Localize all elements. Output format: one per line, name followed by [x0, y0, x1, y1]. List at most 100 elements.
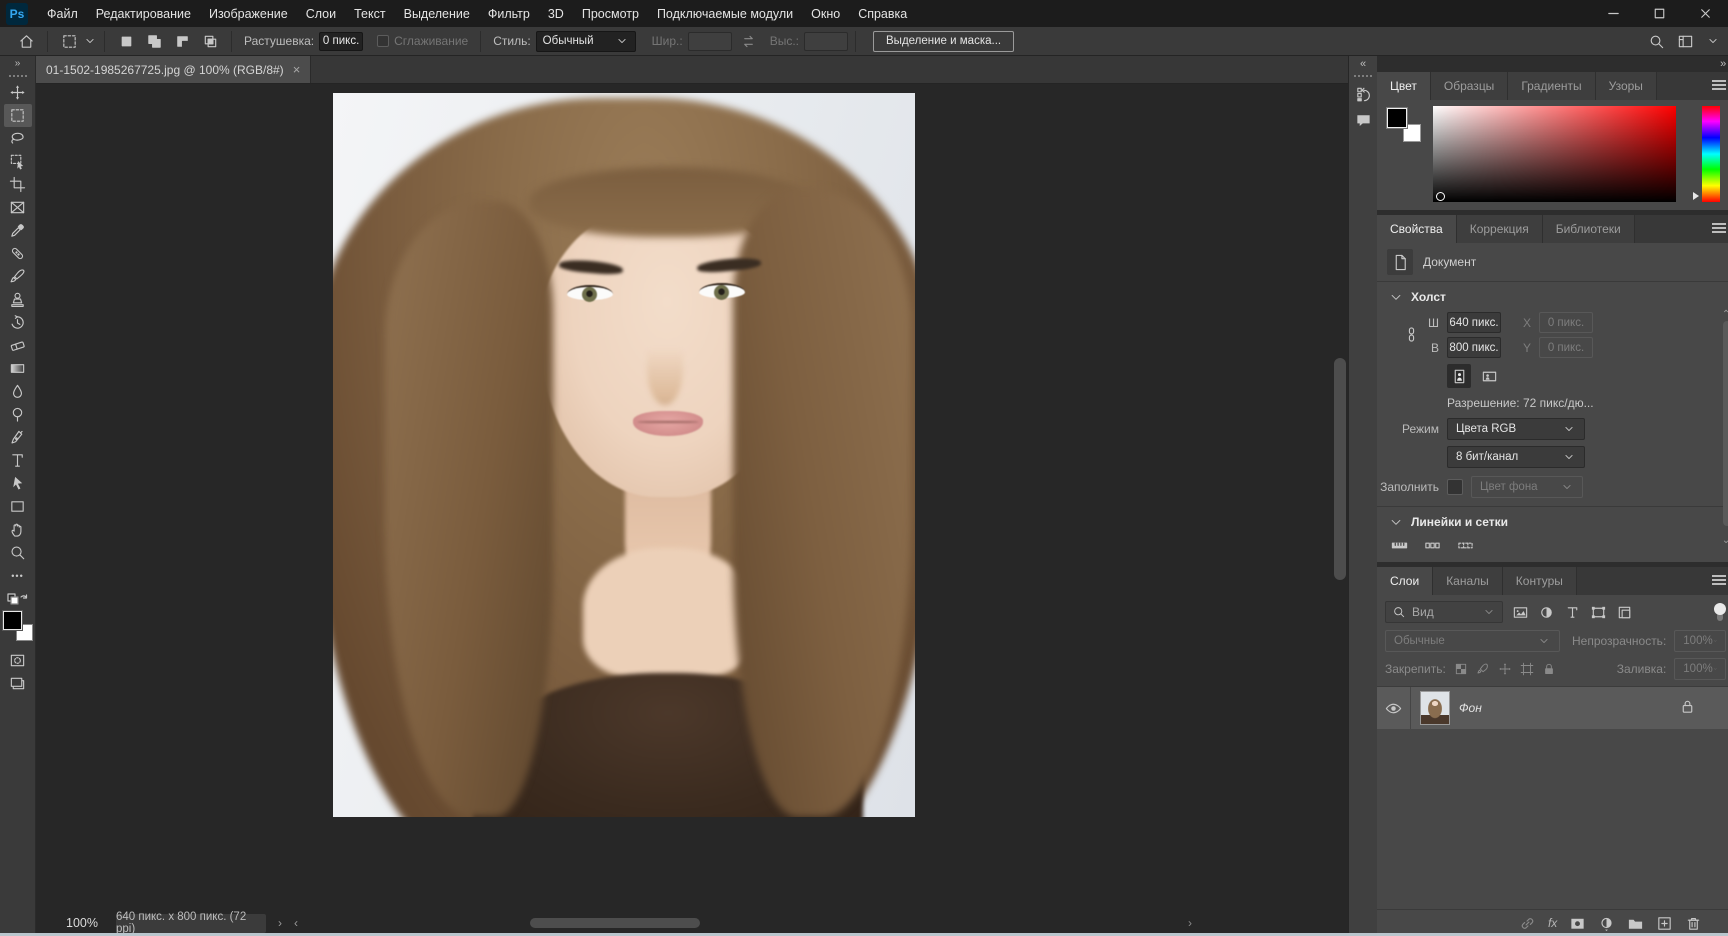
foreground-color-swatch[interactable]	[1387, 108, 1407, 128]
scroll-down-icon[interactable]: ⌄	[1722, 535, 1728, 546]
landscape-orientation-button[interactable]	[1477, 364, 1501, 388]
subtract-from-selection-mode[interactable]	[168, 30, 196, 53]
layer-filter-type-select[interactable]: Вид	[1385, 601, 1503, 623]
tab-layers[interactable]: Слои	[1377, 567, 1433, 595]
menu-filter[interactable]: Фильтр	[479, 0, 539, 27]
layer-thumbnail[interactable]	[1420, 691, 1450, 725]
rectangular-marquee-tool[interactable]	[4, 104, 32, 127]
lasso-tool[interactable]	[4, 127, 32, 150]
lock-pixels-icon[interactable]	[1476, 662, 1490, 676]
hue-slider[interactable]	[1702, 106, 1720, 202]
filter-shape-layers-icon[interactable]	[1590, 604, 1607, 621]
history-brush-tool[interactable]	[4, 311, 32, 334]
tab-patterns[interactable]: Узоры	[1596, 72, 1657, 100]
foreground-color-swatch[interactable]	[3, 611, 22, 630]
strip-grip[interactable]	[1354, 75, 1372, 77]
hscroll-right-arrow[interactable]: ›	[1188, 916, 1192, 930]
filter-smart-objects-icon[interactable]	[1616, 604, 1633, 621]
menu-window[interactable]: Окно	[802, 0, 849, 27]
menu-3d[interactable]: 3D	[539, 0, 573, 27]
status-popup-chevron[interactable]: ›	[278, 916, 282, 930]
collapse-panels-icon[interactable]: «	[1360, 58, 1366, 72]
move-tool[interactable]	[4, 81, 32, 104]
zoom-tool[interactable]	[4, 541, 32, 564]
pen-tool[interactable]	[4, 426, 32, 449]
expand-panels-icon[interactable]: »	[1720, 58, 1726, 70]
filter-type-layers-icon[interactable]	[1564, 604, 1581, 621]
swap-dimensions-icon[interactable]	[740, 33, 757, 50]
path-selection-tool[interactable]	[4, 472, 32, 495]
horizontal-scrollbar-thumb[interactable]	[530, 918, 700, 928]
tab-properties[interactable]: Свойства	[1377, 215, 1457, 243]
gradient-tool[interactable]	[4, 357, 32, 380]
tab-close-icon[interactable]: ×	[293, 62, 301, 77]
bit-depth-select[interactable]: 8 бит/канал	[1447, 446, 1585, 468]
panel-menu-icon[interactable]	[1712, 223, 1726, 233]
menu-layers[interactable]: Слои	[297, 0, 345, 27]
minimize-button[interactable]	[1590, 0, 1636, 27]
edit-toolbar-button[interactable]: •••	[4, 564, 32, 587]
menu-view[interactable]: Просмотр	[573, 0, 648, 27]
add-layer-mask-icon[interactable]	[1569, 915, 1586, 932]
tab-paths[interactable]: Контуры	[1503, 567, 1577, 595]
new-selection-mode[interactable]	[112, 30, 140, 53]
blur-tool[interactable]	[4, 380, 32, 403]
section-collapse-icon[interactable]	[1389, 290, 1403, 304]
menu-plugins[interactable]: Подключаемые модули	[648, 0, 802, 27]
frame-tool[interactable]	[4, 196, 32, 219]
new-adjustment-layer-icon[interactable]	[1598, 915, 1615, 932]
lock-artboard-icon[interactable]	[1520, 662, 1534, 676]
hscroll-left-arrow[interactable]: ‹	[294, 916, 298, 930]
close-button[interactable]	[1682, 0, 1728, 27]
dodge-tool[interactable]	[4, 403, 32, 426]
document-tab[interactable]: 01-1502-1985267725.jpg @ 100% (RGB/8#) ×	[36, 56, 311, 83]
new-group-icon[interactable]	[1627, 915, 1644, 932]
swap-colors-control[interactable]	[7, 593, 29, 609]
canvas-height-input[interactable]: 800 пикс.	[1447, 337, 1501, 358]
brush-tool[interactable]	[4, 265, 32, 288]
menu-type[interactable]: Текст	[345, 0, 394, 27]
clone-stamp-tool[interactable]	[4, 288, 32, 311]
layer-name[interactable]: Фон	[1459, 701, 1482, 715]
tab-libraries[interactable]: Библиотеки	[1543, 215, 1635, 243]
intersect-selection-mode[interactable]	[196, 30, 224, 53]
style-select[interactable]: Обычный	[536, 31, 636, 52]
hue-slider-pointer[interactable]	[1693, 192, 1699, 200]
add-to-selection-mode[interactable]	[140, 30, 168, 53]
screen-mode-button[interactable]	[4, 672, 32, 695]
layer-list-empty-area[interactable]	[1377, 729, 1728, 909]
menu-image[interactable]: Изображение	[200, 0, 297, 27]
column-guides-icon[interactable]	[1424, 537, 1441, 554]
history-panel-icon[interactable]	[1349, 81, 1377, 107]
tab-channels[interactable]: Каналы	[1433, 567, 1503, 595]
tab-color[interactable]: Цвет	[1377, 72, 1431, 100]
toolbar-grip[interactable]	[9, 75, 27, 77]
menu-file[interactable]: Файл	[38, 0, 87, 27]
eyedropper-tool[interactable]	[4, 219, 32, 242]
layer-visibility-cell[interactable]	[1377, 687, 1411, 729]
tab-adjustments[interactable]: Коррекция	[1457, 215, 1543, 243]
lock-position-icon[interactable]	[1498, 662, 1512, 676]
workspace-icon[interactable]	[1677, 33, 1694, 50]
toolbar-expand-icon[interactable]: »	[15, 58, 21, 72]
eye-icon[interactable]	[1385, 700, 1402, 717]
properties-scrollbar-thumb[interactable]	[1723, 321, 1728, 526]
object-selection-tool[interactable]	[4, 150, 32, 173]
marquee-tool-preset[interactable]	[55, 30, 83, 53]
link-layers-icon[interactable]	[1519, 915, 1536, 932]
chevron-down-icon[interactable]	[1706, 34, 1720, 48]
layer-row-background[interactable]: Фон	[1377, 687, 1728, 729]
home-button[interactable]	[12, 30, 40, 53]
color-field-cursor[interactable]	[1436, 192, 1445, 201]
lock-all-icon[interactable]	[1542, 662, 1556, 676]
rulers-icon[interactable]	[1391, 537, 1408, 554]
lock-transparency-icon[interactable]	[1454, 662, 1468, 676]
menu-help[interactable]: Справка	[849, 0, 916, 27]
quick-mask-button[interactable]	[4, 649, 32, 672]
panel-fg-bg-swatches[interactable]	[1387, 108, 1421, 142]
menu-edit[interactable]: Редактирование	[87, 0, 200, 27]
tab-swatches[interactable]: Образцы	[1431, 72, 1508, 100]
section-collapse-icon[interactable]	[1389, 515, 1403, 529]
filter-pixel-layers-icon[interactable]	[1512, 604, 1529, 621]
filter-adjustment-layers-icon[interactable]	[1538, 604, 1555, 621]
